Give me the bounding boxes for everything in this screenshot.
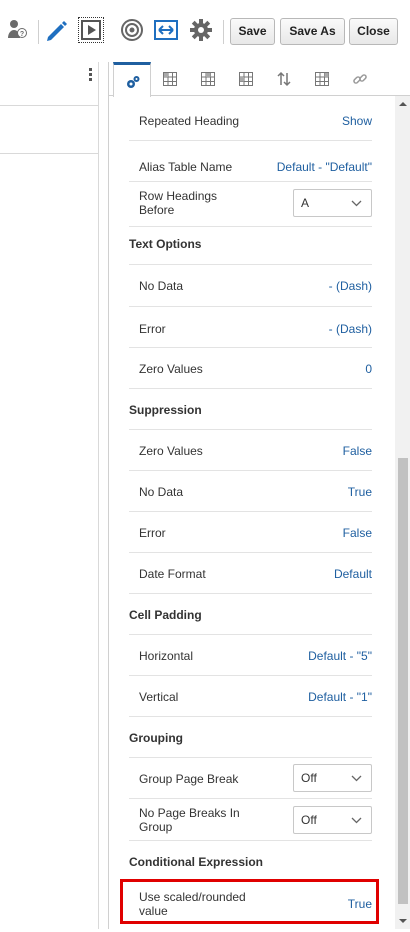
properties-panel: Repeated Heading Show Alias Table Name D… bbox=[108, 62, 410, 929]
property-text-zero-values: Zero Values 0 bbox=[129, 348, 372, 389]
target-icon[interactable] bbox=[120, 18, 148, 46]
property-label: Zero Values bbox=[139, 362, 203, 376]
property-value-link[interactable]: Show bbox=[342, 114, 372, 128]
section-conditional-expression: Conditional Expression bbox=[129, 855, 264, 869]
property-label: Horizontal bbox=[139, 649, 194, 663]
row-headings-select[interactable]: A bbox=[293, 189, 372, 217]
properties-list: Repeated Heading Show Alias Table Name D… bbox=[109, 96, 395, 929]
property-date-format: Date Format Default bbox=[129, 553, 372, 594]
grid-icon bbox=[201, 72, 215, 86]
gears-icon bbox=[127, 76, 140, 88]
property-value-link[interactable]: 0 bbox=[365, 362, 372, 376]
svg-text:?: ? bbox=[20, 31, 24, 38]
section-suppression: Suppression bbox=[129, 389, 372, 430]
property-label: Zero Values bbox=[139, 444, 203, 458]
toolbar: ? Save Save As Close bbox=[0, 0, 410, 62]
grid-icon bbox=[239, 72, 253, 86]
tab-grid-2[interactable] bbox=[189, 62, 227, 96]
property-suppress-zero-values: Zero Values False bbox=[129, 430, 372, 471]
canvas-header bbox=[0, 62, 99, 106]
scroll-up-arrow-icon[interactable] bbox=[395, 96, 410, 112]
section-text-options: Text Options bbox=[129, 227, 372, 265]
property-label: Row Headings Before bbox=[139, 189, 218, 217]
property-label: Repeated Heading bbox=[139, 114, 240, 128]
save-button[interactable]: Save bbox=[230, 18, 275, 45]
property-label: No Page Breaks In Group bbox=[139, 806, 240, 834]
grid-icon bbox=[315, 72, 329, 86]
property-label: Use scaled/rounded value bbox=[139, 890, 246, 918]
tab-grid-1[interactable] bbox=[151, 62, 189, 96]
property-label: Error bbox=[139, 322, 166, 336]
property-label: Vertical bbox=[139, 690, 179, 704]
tab-sort[interactable] bbox=[265, 62, 303, 96]
toolbar-separator bbox=[223, 20, 224, 44]
property-value-link[interactable]: Default bbox=[334, 567, 372, 581]
tab-grid-3[interactable] bbox=[227, 62, 265, 96]
section-grouping: Grouping bbox=[129, 717, 372, 758]
property-value-link[interactable]: True bbox=[348, 485, 372, 499]
property-value-link[interactable]: Default - "Default" bbox=[277, 160, 372, 174]
property-text-error: Error - (Dash) bbox=[129, 307, 372, 348]
sort-icon bbox=[277, 71, 291, 87]
property-row-headings-before: Row Headings Before A bbox=[129, 182, 372, 227]
no-page-breaks-select[interactable]: Off bbox=[293, 806, 372, 834]
toolbar-separator bbox=[38, 20, 39, 44]
property-no-page-breaks-in-group: No Page Breaks In Group Off bbox=[129, 799, 372, 841]
property-label: Date Format bbox=[139, 567, 206, 581]
property-value-link[interactable]: Default - "1" bbox=[308, 690, 372, 704]
property-label: Error bbox=[139, 526, 166, 540]
pencil-icon[interactable] bbox=[45, 18, 73, 46]
property-tabs bbox=[109, 62, 410, 97]
property-alias-table-name: Alias Table Name Default - "Default" bbox=[129, 141, 372, 182]
property-label: No Data bbox=[139, 279, 184, 293]
property-repeated-heading: Repeated Heading Show bbox=[129, 96, 372, 141]
report-canvas-pane bbox=[0, 62, 99, 929]
property-suppress-no-data: No Data True bbox=[129, 471, 372, 512]
chevron-down-icon bbox=[351, 817, 362, 824]
property-group-page-break: Group Page Break Off bbox=[129, 758, 372, 799]
tab-grid-4[interactable] bbox=[303, 62, 341, 96]
section-cell-padding: Cell Padding bbox=[129, 594, 372, 635]
resize-horizontal-icon[interactable] bbox=[154, 18, 182, 46]
gear-icon[interactable] bbox=[189, 18, 217, 46]
run-icon[interactable] bbox=[78, 17, 104, 43]
tab-link[interactable] bbox=[341, 62, 379, 96]
group-page-break-select[interactable]: Off bbox=[293, 764, 372, 792]
property-value-link[interactable]: True bbox=[348, 897, 372, 911]
property-value-link[interactable]: - (Dash) bbox=[329, 279, 372, 293]
grid-icon bbox=[163, 72, 177, 86]
property-label: Alias Table Name bbox=[139, 160, 233, 174]
scrollbar-thumb[interactable] bbox=[398, 458, 408, 904]
scroll-down-arrow-icon[interactable] bbox=[395, 913, 410, 929]
property-value-link[interactable]: False bbox=[343, 444, 372, 458]
link-icon bbox=[353, 74, 367, 84]
chevron-down-icon bbox=[351, 200, 362, 207]
user-help-icon[interactable]: ? bbox=[6, 18, 34, 46]
property-value-link[interactable]: False bbox=[343, 526, 372, 540]
property-label: Group Page Break bbox=[139, 772, 239, 786]
property-use-scaled-rounded-value: Use scaled/rounded value True bbox=[129, 877, 372, 925]
property-padding-horizontal: Horizontal Default - "5" bbox=[129, 635, 372, 676]
property-value-link[interactable]: - (Dash) bbox=[329, 322, 372, 336]
save-as-button[interactable]: Save As bbox=[280, 18, 345, 45]
kebab-menu-icon[interactable] bbox=[88, 68, 94, 82]
vertical-scrollbar[interactable] bbox=[395, 96, 410, 929]
property-padding-vertical: Vertical Default - "1" bbox=[129, 676, 372, 717]
property-text-no-data: No Data - (Dash) bbox=[129, 265, 372, 307]
close-button[interactable]: Close bbox=[349, 18, 398, 45]
tab-settings[interactable] bbox=[113, 62, 151, 97]
chevron-down-icon bbox=[351, 775, 362, 782]
canvas-subheader bbox=[0, 106, 99, 154]
property-label: No Data bbox=[139, 485, 184, 499]
property-value-link[interactable]: Default - "5" bbox=[308, 649, 372, 663]
property-suppress-error: Error False bbox=[129, 512, 372, 553]
